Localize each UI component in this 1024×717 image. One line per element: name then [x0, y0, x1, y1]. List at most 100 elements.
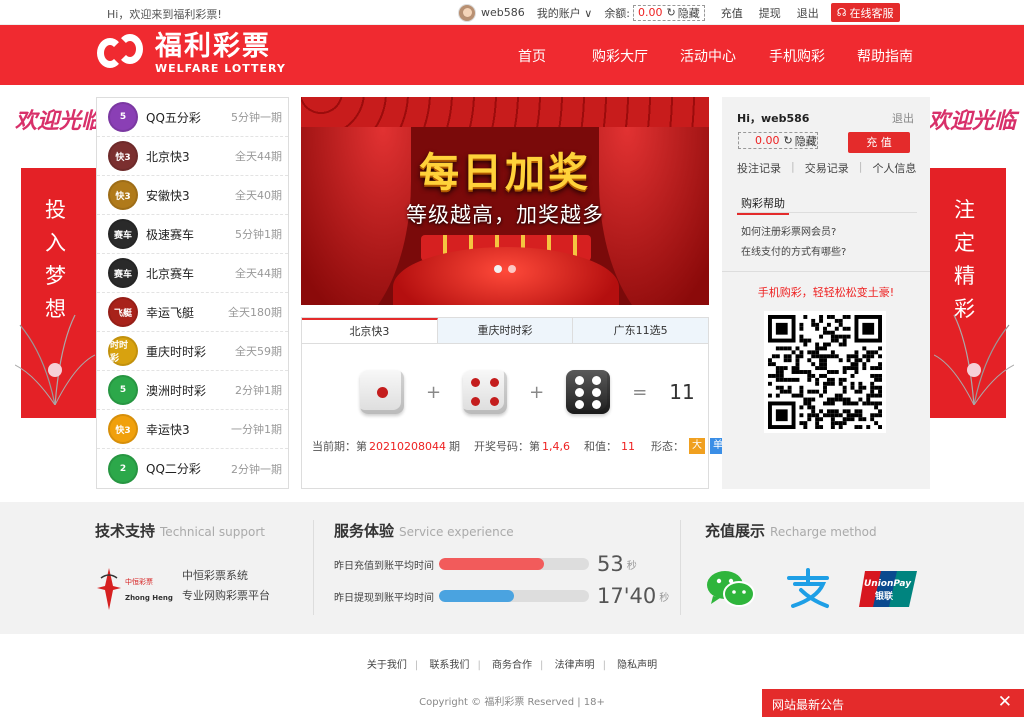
deposit-time-unit: 秒	[626, 560, 637, 572]
die-4-icon	[463, 370, 508, 414]
svg-text:Zhong Heng: Zhong Heng	[125, 594, 173, 602]
username[interactable]: web586	[481, 6, 525, 19]
welcome-text: Hi，欢迎来到福利彩票!	[107, 8, 222, 21]
tab-guangdong-11x5[interactable]: 广东11选5	[573, 318, 708, 343]
lottery-frequency: 2分钟1期	[235, 384, 282, 397]
announcement-popup[interactable]: 网站最新公告 ✕	[762, 689, 1024, 717]
site-logo[interactable]: 福利彩票 WELFARE LOTTERY	[95, 30, 286, 76]
footer-link-business[interactable]: 商务合作	[492, 660, 532, 671]
panel-divider	[722, 271, 930, 272]
draw-info-line: 当前期：第 20210208044 期 开奖号码：第 1,4,6 和值： 11 …	[312, 438, 726, 454]
bet-records-link[interactable]: 投注记录	[737, 160, 781, 176]
tech-support-title: 技术支持 Technical support	[95, 522, 266, 540]
sum-value: 11	[620, 439, 635, 453]
main-header: 福利彩票 WELFARE LOTTERY 首页 购彩大厅 活动中心 手机购彩 帮…	[0, 25, 1024, 85]
avatar[interactable]	[458, 3, 476, 22]
nav-help[interactable]: 帮助指南	[857, 46, 913, 66]
lottery-item[interactable]: 飞艇 幸运飞艇 全天180期	[97, 293, 288, 332]
lottery-item[interactable]: 时时彩 重庆时时彩 全天59期	[97, 332, 288, 371]
wechat-pay-icon	[707, 571, 755, 607]
online-service-button[interactable]: ☊ 在线客服	[830, 3, 900, 22]
equals-sign: =	[632, 381, 648, 403]
lottery-item[interactable]: 快3 北京快3 全天44期	[97, 137, 288, 176]
lottery-item[interactable]: 快3 安徽快3 全天40期	[97, 176, 288, 215]
profile-link[interactable]: 个人信息	[872, 160, 916, 176]
shape-tag-big: 大	[688, 438, 705, 454]
promo-banner[interactable]: 每日加奖 等级越高，加奖越多	[301, 97, 709, 305]
lottery-item[interactable]: 赛车 北京赛车 全天44期	[97, 254, 288, 293]
withdraw-link[interactable]: 提现	[759, 5, 781, 21]
lottery-name: QQ五分彩	[146, 110, 201, 125]
lottery-name: 幸运飞艇	[146, 305, 195, 320]
left-side-banner[interactable]: 欢迎光临 投入梦想	[15, 95, 105, 475]
deposit-time-bar	[439, 558, 589, 570]
lottery-item[interactable]: 赛车 极速赛车 5分钟1期	[97, 215, 288, 254]
alipay-icon	[787, 568, 829, 608]
service-experience-section: 服务体验 Service experience 昨日充值到账平均时间 53 秒 昨…	[334, 520, 674, 630]
recharge-link[interactable]: 充值	[721, 5, 743, 21]
help-question-register[interactable]: 如何注册彩票网会员?	[741, 223, 836, 238]
user-balance-box[interactable]: 0.00 ↻ 隐藏	[738, 132, 818, 149]
lottery-item[interactable]: 2 QQ二分彩 2分钟一期	[97, 449, 288, 488]
right-side-banner[interactable]: 欢迎光临 注定精彩	[928, 95, 1018, 475]
lottery-logo-icon: 快3	[108, 180, 138, 210]
svg-text:UnionPay: UnionPay	[864, 579, 912, 589]
transaction-records-link[interactable]: 交易记录	[805, 160, 849, 176]
right-flower-decoration	[934, 314, 1014, 405]
lottery-logo-icon: 时时彩	[108, 336, 138, 366]
period-number: 20210208044	[369, 439, 446, 453]
carousel-dot-2[interactable]	[508, 265, 516, 273]
top-account-area: web586 我的账户 ∨ 余额: 0.00 ↻ 隐藏 充值 提现 退出 ☊ 在…	[458, 3, 900, 22]
footer-link-about[interactable]: 关于我们	[367, 660, 407, 671]
carousel-dot-1[interactable]	[494, 265, 502, 273]
lottery-logo-icon: 飞艇	[108, 297, 138, 327]
nav-home[interactable]: 首页	[518, 46, 546, 66]
lottery-name: 澳洲时时彩	[146, 383, 207, 398]
nav-mobile[interactable]: 手机购彩	[769, 46, 825, 66]
balance-label: 余额:	[604, 6, 631, 20]
logo-mark-icon	[95, 30, 151, 76]
online-service-label: 在线客服	[849, 6, 894, 20]
plus-sign: +	[529, 381, 545, 403]
footer-link-privacy[interactable]: 隐私声明	[617, 660, 657, 671]
draw-numbers: 1,4,6	[541, 439, 570, 453]
lottery-frequency: 2分钟一期	[231, 462, 282, 476]
user-greeting: Hi，web586	[737, 112, 810, 125]
service-title: 服务体验 Service experience	[334, 522, 514, 540]
logout-link[interactable]: 退出	[797, 5, 819, 21]
lottery-frequency: 全天180期	[228, 306, 282, 319]
lottery-item[interactable]: 快3 幸运快3 一分钟1期	[97, 410, 288, 449]
user-hide-toggle[interactable]: 隐藏	[795, 133, 817, 149]
lottery-item[interactable]: 5 澳洲时时彩 2分钟1期	[97, 371, 288, 410]
lottery-frequency: 全天44期	[235, 267, 282, 280]
footer-link-contact[interactable]: 联系我们	[429, 660, 469, 671]
tab-beijing-k3[interactable]: 北京快3	[302, 318, 438, 343]
help-question-payment[interactable]: 在线支付的方式有哪些?	[741, 243, 846, 258]
logo-text: 福利彩票 WELFARE LOTTERY	[155, 31, 286, 75]
refresh-icon[interactable]: ↻	[667, 6, 676, 19]
main-content: 欢迎光临 投入梦想 欢迎光临 注定精彩 5 QQ五分彩 5分钟一期 快3 北京快…	[0, 85, 1024, 501]
lottery-frequency: 全天44期	[235, 150, 282, 163]
tab-chongqing-ssc[interactable]: 重庆时时彩	[438, 318, 574, 343]
nav-lottery-hall[interactable]: 购彩大厅	[592, 46, 648, 66]
lottery-logo-icon: 2	[108, 453, 138, 484]
balance-box[interactable]: 0.00 ↻ 隐藏	[633, 4, 705, 21]
balance-value: 0.00	[638, 6, 663, 19]
lottery-item[interactable]: 5 QQ五分彩 5分钟一期	[97, 98, 288, 137]
tech-support-text: 中恒彩票系统 专业网购彩票平台	[182, 566, 270, 606]
user-logout-link[interactable]: 退出	[892, 110, 914, 126]
lottery-name: 幸运快3	[146, 422, 190, 437]
qr-code-image	[764, 311, 886, 433]
close-icon[interactable]: ✕	[998, 692, 1012, 712]
footer-links: 关于我们 | 联系我们 | 商务合作 | 法律声明 | 隐私声明	[366, 660, 658, 671]
lottery-logo-icon: 赛车	[108, 258, 138, 288]
footer-link-legal[interactable]: 法律声明	[555, 660, 595, 671]
deposit-time-value: 53	[597, 552, 624, 576]
refresh-icon[interactable]: ↻	[784, 134, 793, 147]
lottery-logo-icon: 赛车	[108, 219, 138, 249]
hide-balance-toggle[interactable]: 隐藏	[678, 5, 700, 21]
nav-activity-center[interactable]: 活动中心	[680, 46, 736, 66]
my-account-menu[interactable]: 我的账户 ∨	[537, 5, 593, 21]
tech-support-section: 技术支持 Technical support 中恒彩票 Zhong Heng 中恒…	[95, 520, 295, 630]
recharge-button[interactable]: 充 值	[848, 132, 910, 153]
